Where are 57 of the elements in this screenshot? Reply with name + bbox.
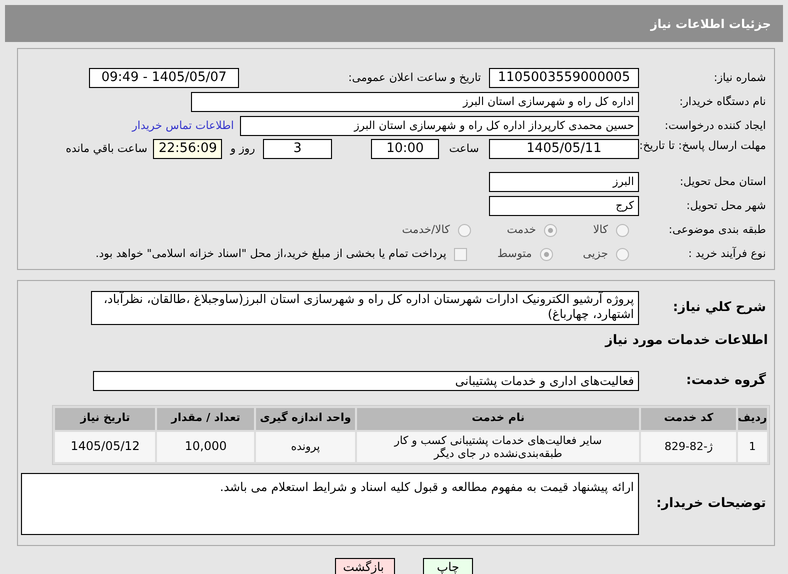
radio-button[interactable] — [616, 248, 629, 260]
text-field[interactable]: البرز — [489, 172, 639, 192]
text-field[interactable]: 1405/05/07 - 09:49 — [89, 68, 239, 88]
text-field[interactable]: 10:00 — [371, 139, 440, 159]
field-label: نوع فرآیند خرید : — [687, 247, 767, 261]
column-header: کد خدمت — [641, 408, 736, 430]
back-button[interactable]: بازگشت — [335, 558, 395, 574]
table-cell: 10,000 — [157, 432, 254, 462]
field-label: مهلت ارسال پاسخ: تا تاریخ: — [639, 139, 767, 153]
page-header: جزئیات اطلاعات نیاز — [5, 5, 783, 42]
description-textarea[interactable]: پروژه آرشیو الکترونیک ادارات شهرستان اداره کل راه و شهرسازی استان البرز(ساوجبلاغ ،طالقان، نظرآباد، اشتهارد، چهارباغ) — [91, 291, 639, 325]
radio-label: متوسط — [497, 246, 532, 262]
table-cell: 1405/05/12 — [55, 432, 156, 462]
column-header: تعداد / مقدار — [157, 408, 254, 430]
table-cell: پرونده — [256, 432, 355, 462]
radio-label: خدمت — [506, 222, 536, 238]
days-label: روز و — [230, 141, 256, 157]
field-label: تاریخ و ساعت اعلان عمومی: — [347, 70, 482, 86]
radio-button[interactable] — [540, 248, 553, 260]
field-label: ایجاد کننده درخواست: — [664, 119, 767, 133]
radio-label: کالا/خدمت — [402, 222, 450, 238]
radio-label: جزیی — [582, 246, 608, 262]
text-field[interactable]: 1105003559000005 — [489, 68, 639, 88]
field-label: نام دستگاه خریدار: — [678, 95, 767, 109]
table-cell: ژ-82-829 — [641, 432, 736, 462]
contact-link[interactable]: اطلاعات تماس خریدار — [132, 118, 234, 134]
column-header: واحد اندازه گیری — [256, 408, 355, 430]
checkbox[interactable] — [454, 248, 468, 260]
notes-textarea[interactable]: ارائه پیشنهاد قیمت به مفهوم مطالعه و قبول کلیه اسناد و شرایط استعلام می باشد. — [21, 472, 639, 534]
column-header: ردیف — [738, 408, 767, 430]
field-label: شهر محل تحویل: — [685, 199, 767, 213]
print-button[interactable]: چاپ — [423, 558, 473, 574]
text-field[interactable]: کرج — [489, 196, 639, 216]
field-label: شماره نیاز: — [712, 71, 767, 85]
table-cell: 1 — [738, 432, 767, 462]
column-header: نام خدمت — [356, 408, 640, 430]
field-label: استان محل تحویل: — [678, 175, 767, 189]
text-field[interactable]: فعالیت‌های اداری و خدمات پشتیبانی — [93, 370, 639, 390]
checkbox-label: پرداخت تمام یا بخشی از مبلغ خرید،از محل "اسناد خزانه اسلامی" خواهد بود. — [96, 246, 446, 262]
time-label: ساعت — [449, 141, 479, 157]
table-cell: سایر فعالیت‌های خدمات پشتیبانی کسب و کار طبقه‌بندی‌نشده در جای دیگر — [356, 432, 640, 462]
text-field[interactable]: 3 — [263, 139, 332, 159]
countdown-field[interactable]: 22:56:09 — [153, 139, 222, 159]
radio-button[interactable] — [616, 224, 629, 236]
text-field[interactable]: اداره کل راه و شهرسازی استان البرز — [191, 92, 639, 112]
text-field[interactable]: 1405/05/11 — [489, 139, 639, 159]
text-field[interactable]: حسین محمدی کارپرداز اداره کل راه و شهرسازی استان البرز — [240, 116, 639, 136]
field-label: گروه خدمت: — [685, 374, 767, 388]
field-label: شرح کلي نیاز: — [672, 301, 767, 315]
radio-button[interactable] — [458, 224, 471, 236]
field-label: توضیحات خریدار: — [655, 496, 767, 510]
column-header: تاریخ نیاز — [55, 408, 156, 430]
remaining-label: ساعت باقي مانده — [66, 141, 148, 157]
radio-button[interactable] — [544, 224, 558, 236]
radio-label: کالا — [593, 222, 608, 238]
section-heading: اطلاعات خدمات مورد نیاز — [604, 332, 769, 350]
field-label: طبقه بندی موضوعی: — [668, 223, 767, 237]
